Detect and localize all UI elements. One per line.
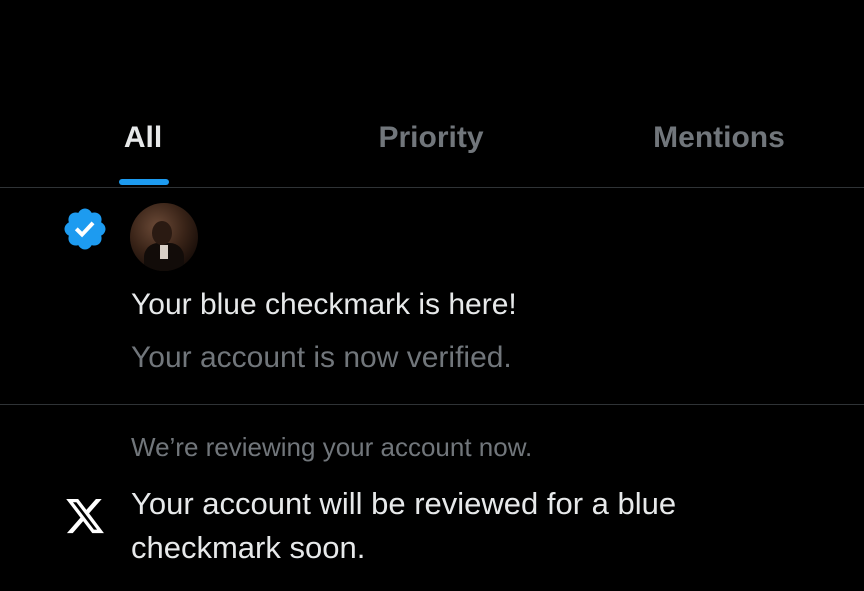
tab-priority[interactable]: Priority (331, 118, 531, 158)
notification-item-review[interactable]: We’re reviewing your account now. Your a… (0, 405, 864, 591)
avatar[interactable] (130, 203, 198, 271)
notification-header: We’re reviewing your account now. (131, 432, 533, 462)
tab-mentions[interactable]: Mentions (619, 118, 819, 158)
active-tab-indicator (119, 179, 169, 185)
notification-title: Your blue checkmark is here! (131, 288, 517, 321)
verified-badge-icon (64, 208, 106, 250)
notification-item-verified[interactable]: Your blue checkmark is here! Your accoun… (0, 188, 864, 405)
tab-all[interactable]: All (88, 118, 198, 158)
notification-tabs: All Priority Mentions (0, 0, 864, 188)
x-logo-icon (66, 498, 104, 534)
notification-body: Your account will be reviewed for a blue… (131, 486, 677, 565)
notification-subtitle: Your account is now verified. (131, 341, 512, 374)
